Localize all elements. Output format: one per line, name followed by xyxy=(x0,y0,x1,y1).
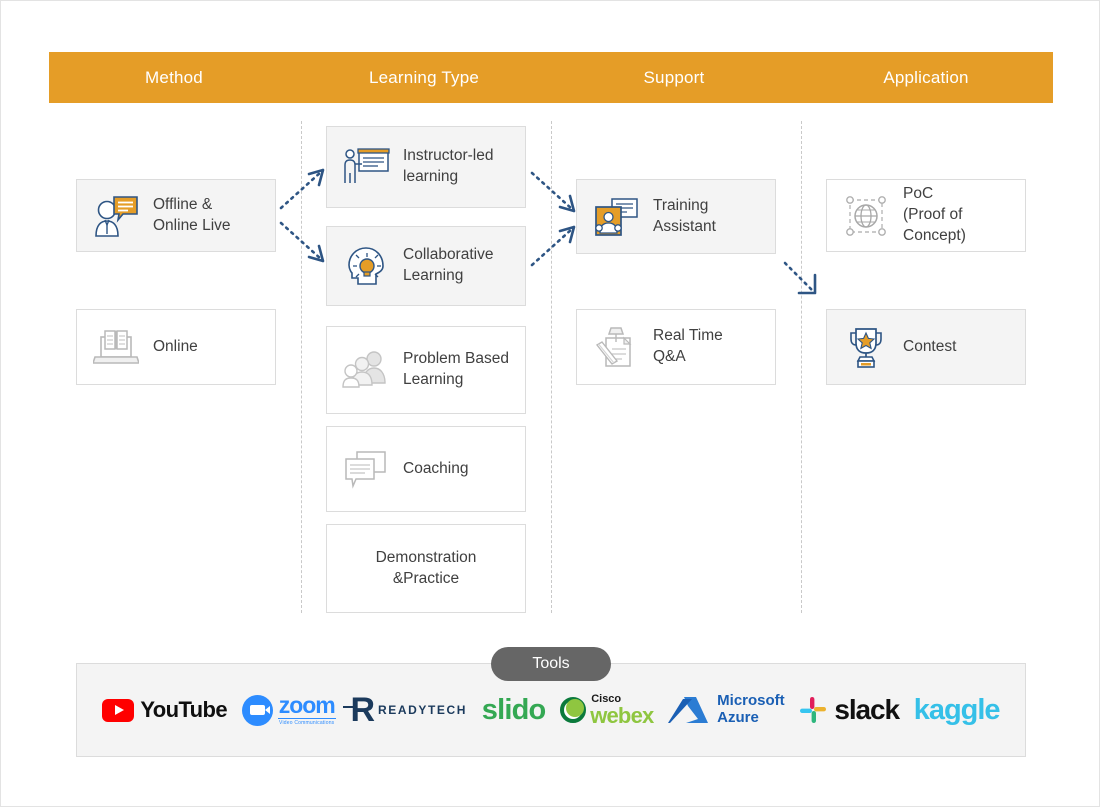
zoom-logo[interactable]: zoom Video Communications xyxy=(241,687,336,733)
zoom-underline xyxy=(277,717,336,720)
card-label: Training Assistant xyxy=(653,196,716,235)
column-header-support: Support xyxy=(643,67,705,87)
readytech-logo[interactable]: R READYTECH xyxy=(343,687,468,733)
card-training-assistant[interactable]: Training Assistant xyxy=(576,179,776,254)
arrow-training-to-contest xyxy=(783,261,817,295)
arrow-collaborative-to-training xyxy=(530,225,576,267)
arrow-instructor-to-training xyxy=(530,171,576,213)
column-header-method: Method xyxy=(145,67,203,87)
card-demonstration-practice[interactable]: Demonstration &Practice xyxy=(326,524,526,613)
card-online[interactable]: Online xyxy=(76,309,276,385)
group-people-icon xyxy=(341,345,391,395)
card-label: Collaborative Learning xyxy=(403,246,494,284)
assistant-screen-icon xyxy=(591,192,641,242)
card-label: Problem Based Learning xyxy=(403,350,509,388)
slido-wordmark: slido xyxy=(481,693,546,726)
kaggle-wordmark: kaggle xyxy=(913,693,1001,726)
youtube-play-icon xyxy=(102,698,135,722)
card-problem-based-learning[interactable]: Problem Based Learning xyxy=(326,326,526,414)
card-instructor-led-learning[interactable]: Instructor-led learning xyxy=(326,126,526,208)
trophy-star-icon xyxy=(841,322,891,372)
presenter-whiteboard-icon xyxy=(341,142,391,192)
card-real-time-qa[interactable]: Real Time Q&A xyxy=(576,309,776,385)
column-header-application: Application xyxy=(883,67,969,87)
pinned-note-pencil-icon xyxy=(591,322,641,372)
azure-wordmark: Azure xyxy=(717,709,759,726)
card-label: Offline & Online Live xyxy=(153,195,231,234)
slido-logo[interactable]: slido xyxy=(482,687,546,733)
arrow-offline-to-collaborative xyxy=(279,221,325,263)
person-speech-bubble-icon xyxy=(91,191,141,241)
youtube-wordmark: YouTube xyxy=(140,697,227,722)
card-offline-online-live[interactable]: Offline & Online Live xyxy=(76,179,276,252)
card-label: Demonstration &Practice xyxy=(375,548,477,587)
slack-logo[interactable]: slack xyxy=(799,687,900,733)
column-header-learning-type: Learning Type xyxy=(368,67,480,87)
microsoft-azure-logo[interactable]: Microsoft Azure xyxy=(668,687,785,733)
card-label: Real Time Q&A xyxy=(653,327,723,365)
tools-badge: Tools xyxy=(491,647,611,681)
webex-logo[interactable]: Cisco webex xyxy=(560,687,654,733)
column-divider-2 xyxy=(551,121,552,613)
tools-badge-label: Tools xyxy=(532,655,570,672)
card-label: Online xyxy=(153,337,198,355)
head-lightbulb-icon xyxy=(341,241,391,291)
slack-hash-icon xyxy=(800,697,827,723)
zoom-wordmark: zoom xyxy=(278,691,336,718)
zoom-camera-icon xyxy=(241,694,273,726)
column-header-bar: Method Learning Type Support Application xyxy=(49,52,1053,103)
card-label: Instructor-led learning xyxy=(403,147,494,185)
laptop-book-icon xyxy=(91,322,141,372)
webex-wordmark: webex xyxy=(590,702,654,728)
youtube-logo[interactable]: YouTube xyxy=(102,687,228,733)
microsoft-brandmark: Microsoft xyxy=(717,692,785,710)
kaggle-logo[interactable]: kaggle xyxy=(913,687,1001,733)
card-label: PoC (Proof of Concept) xyxy=(903,185,966,244)
slack-wordmark: slack xyxy=(834,694,900,725)
diagram-page: Method Learning Type Support Application… xyxy=(0,0,1100,807)
zoom-tagline: Video Communications xyxy=(279,720,335,727)
globe-selection-icon xyxy=(841,191,891,241)
card-coaching[interactable]: Coaching xyxy=(326,426,526,512)
card-label: Contest xyxy=(903,337,957,355)
readytech-wordmark: READYTECH xyxy=(378,703,468,717)
card-contest[interactable]: Contest xyxy=(826,309,1026,385)
azure-triangle-icon xyxy=(668,697,709,723)
arrow-offline-to-instructor xyxy=(279,168,325,210)
card-collaborative-learning[interactable]: Collaborative Learning xyxy=(326,226,526,306)
column-divider-3 xyxy=(801,121,802,613)
card-poc[interactable]: PoC (Proof of Concept) xyxy=(826,179,1026,252)
readytech-r-mark: R xyxy=(343,691,375,729)
speech-bubbles-icon xyxy=(341,444,391,494)
card-label: Coaching xyxy=(403,459,469,477)
webex-circle-icon xyxy=(560,697,587,723)
column-divider-1 xyxy=(301,121,302,613)
